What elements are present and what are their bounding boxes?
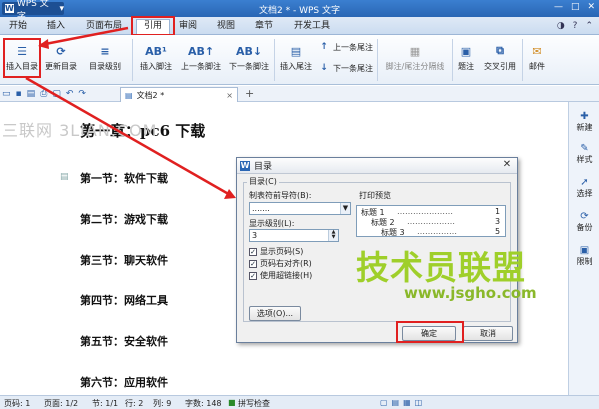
tab-leader-select[interactable]: ....... ▼ xyxy=(249,202,351,215)
sidebar-item-new[interactable]: ✚ 新建 xyxy=(569,110,599,133)
preview-leader: ……………… xyxy=(407,217,455,226)
use-hyperlink-checkbox[interactable]: ✓ 使用超链接(H) xyxy=(249,270,312,281)
options-button[interactable]: 选项(O)... xyxy=(249,306,301,321)
dialog-close-button[interactable]: ✕ xyxy=(499,159,515,172)
show-level-value: 3 xyxy=(252,231,258,240)
checkbox-label: 使用超链接(H) xyxy=(260,271,313,280)
checkbox-label: 显示页码(S) xyxy=(260,247,304,256)
show-level-label: 显示级别(L): xyxy=(249,219,295,228)
new-icon: ✚ xyxy=(580,110,589,122)
arrow-head xyxy=(38,39,49,49)
chevron-down-icon: ▼ xyxy=(340,203,350,214)
tab-leader-label: 制表符前导符(B): xyxy=(249,191,312,200)
sidebar-item-backup[interactable]: ⟳ 备份 xyxy=(569,210,599,233)
tab-leader-value: ....... xyxy=(252,204,270,213)
status-column: 列: 9 xyxy=(153,399,172,408)
sidebar-item-label: 限制 xyxy=(576,257,593,266)
watermark-brand: 技术员联盟 xyxy=(356,248,526,287)
preview-entry-page: 1 xyxy=(495,207,501,216)
sidebar-item-label: 选择 xyxy=(576,189,593,198)
sidebar-item-label: 样式 xyxy=(576,155,593,164)
show-page-number-checkbox[interactable]: ✓ 显示页码(S) xyxy=(249,246,303,257)
checkmark-icon: ✓ xyxy=(249,271,257,280)
checkbox-label: 页码右对齐(R) xyxy=(260,259,312,268)
sidebar-item-restrict[interactable]: ▣ 限制 xyxy=(569,244,599,267)
status-bar: 页码: 1 页面: 1/2 节: 1/1 行: 2 列: 9 字数: 148 ■… xyxy=(0,395,599,409)
preview-leader: …………… xyxy=(417,227,457,236)
arrow-menu-to-toc xyxy=(39,26,129,47)
preview-leader: ………………… xyxy=(397,207,453,216)
preview-entry-page: 5 xyxy=(495,227,501,236)
status-spellcheck[interactable]: 拼写检查 xyxy=(238,398,270,409)
show-level-stepper[interactable]: 3 ▲ ▼ xyxy=(249,229,339,242)
preview-entry-title: 标题 3 xyxy=(381,228,405,237)
status-pages: 页面: 1/2 xyxy=(44,399,79,408)
status-page-number: 页码: 1 xyxy=(4,399,31,408)
print-preview-label: 打印预览 xyxy=(359,191,391,200)
sidebar-item-style[interactable]: ✎ 样式 xyxy=(569,142,599,165)
fieldset-legend: 目录(C) xyxy=(247,176,279,187)
dialog-title: 目录 xyxy=(254,162,273,172)
right-task-pane: ✚ 新建 ✎ 样式 ➚ 选择 ⟳ 备份 ▣ 限制 xyxy=(568,102,599,395)
backup-icon: ⟳ xyxy=(580,210,589,222)
arrow-head xyxy=(224,189,236,199)
lock-icon: ▣ xyxy=(579,244,590,256)
wps-logo-icon: W xyxy=(240,160,250,171)
sidebar-item-select[interactable]: ➚ 选择 xyxy=(569,176,599,199)
cursor-icon: ➚ xyxy=(580,176,589,188)
checkmark-icon: ✓ xyxy=(249,259,257,268)
style-icon: ✎ xyxy=(580,142,589,154)
cancel-button[interactable]: 取消 xyxy=(463,326,513,341)
status-row: 行: 2 xyxy=(125,399,144,408)
arrow-toc-to-dialog xyxy=(25,76,233,198)
dialog-title-bar: W 目录 xyxy=(237,158,517,174)
spellcheck-icon: ■ xyxy=(228,398,236,407)
spinner-icon: ▲ ▼ xyxy=(328,230,338,241)
right-align-page-checkbox[interactable]: ✓ 页码右对齐(R) xyxy=(249,258,312,269)
status-word-count[interactable]: 字数: 148 xyxy=(185,398,222,409)
print-preview-box: 标题 1 ………………… 1 标题 2 ……………… 3 标题 3 …………… … xyxy=(356,205,506,237)
highlight-ok-button xyxy=(396,321,464,343)
watermark-url: www.jsgho.com xyxy=(404,284,537,302)
sidebar-item-label: 备份 xyxy=(576,223,593,232)
status-section: 节: 1/1 xyxy=(92,399,119,408)
view-mode-icons[interactable]: ▢▤▦◫ xyxy=(380,398,426,407)
sidebar-item-label: 新建 xyxy=(576,123,593,132)
preview-entry-page: 3 xyxy=(495,217,501,226)
checkmark-icon: ✓ xyxy=(249,247,257,256)
